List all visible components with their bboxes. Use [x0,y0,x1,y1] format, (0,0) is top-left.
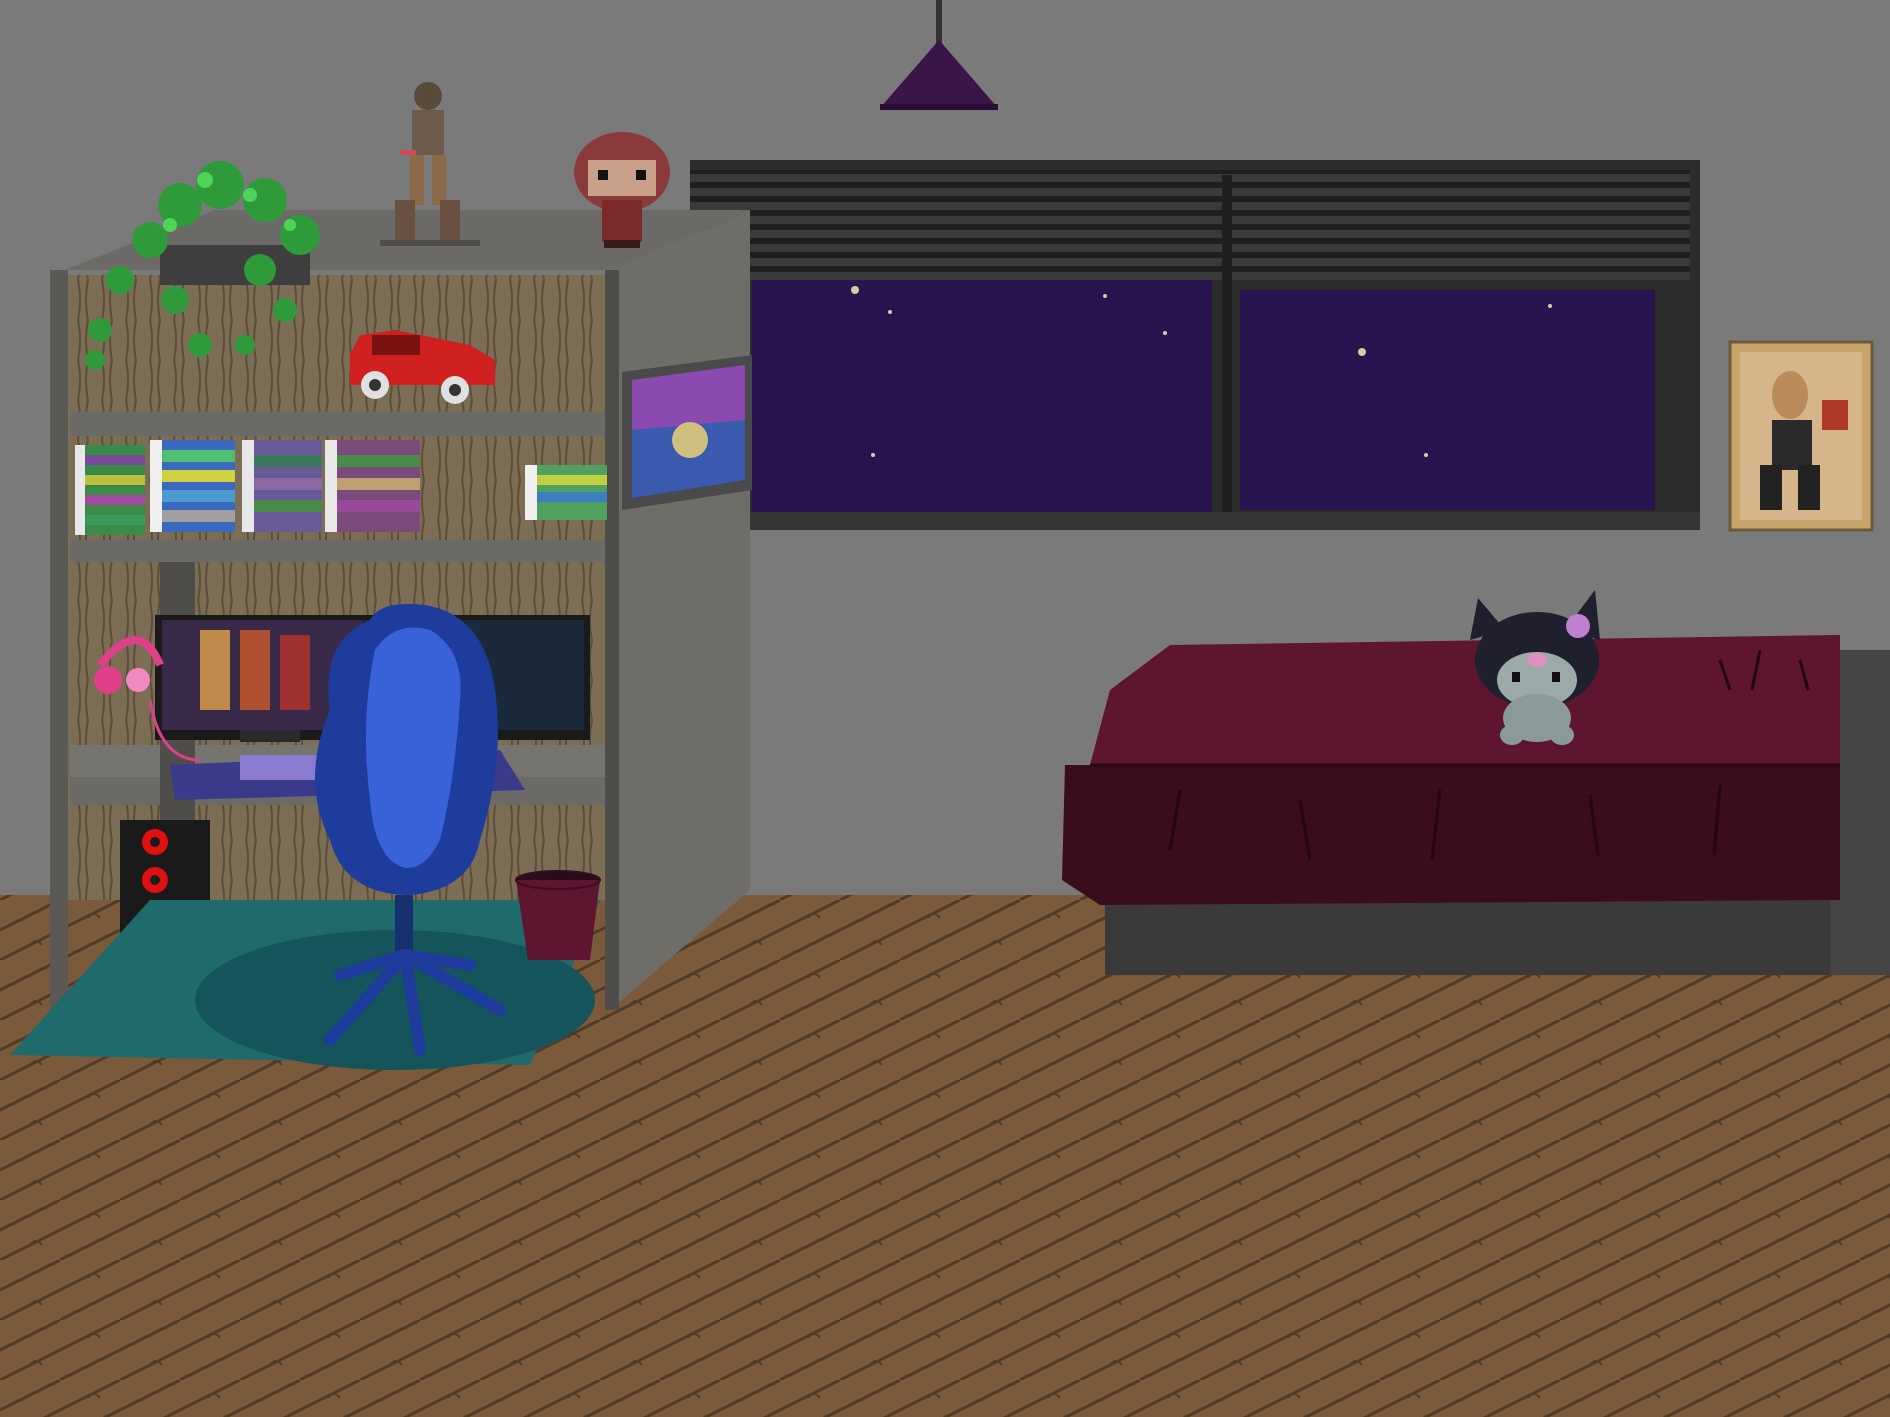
scene-canvas [0,0,1890,1417]
bedroom-scene [0,0,1890,1417]
bed[interactable] [1062,635,1890,975]
fighter-poster[interactable] [1728,340,1874,532]
window-with-blinds[interactable] [690,160,1700,530]
wall-tablet[interactable] [622,355,752,510]
trash-bin[interactable] [515,870,601,960]
